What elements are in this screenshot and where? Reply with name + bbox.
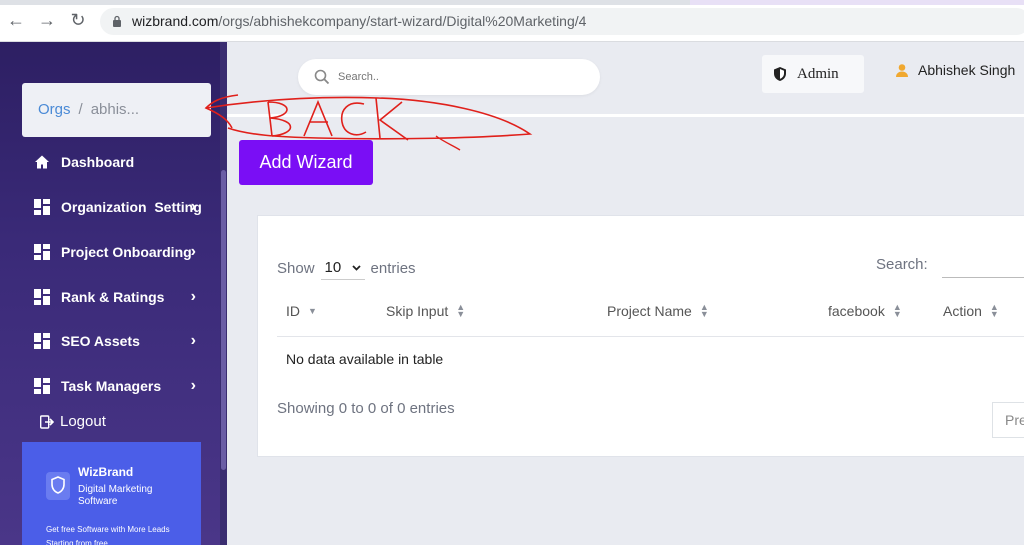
chevron-right-icon: › bbox=[190, 377, 196, 394]
home-icon bbox=[35, 155, 49, 169]
sidebar-item-organization-setting[interactable]: Organization Setting › bbox=[34, 195, 204, 219]
column-header-project-name[interactable]: Project Name ▲ ▼ bbox=[607, 302, 709, 320]
search-input[interactable] bbox=[338, 68, 578, 86]
sort-icon: ▲ ▼ bbox=[989, 302, 999, 319]
tab-strip bbox=[0, 0, 1024, 5]
promo-subtitle: Digital Marketing Software bbox=[78, 484, 153, 507]
grid-icon bbox=[34, 378, 50, 394]
address-bar[interactable]: wizbrand.com/orgs/abhishekcompany/start-… bbox=[100, 8, 1024, 35]
breadcrumb-current: abhis... bbox=[90, 101, 140, 118]
promo-card[interactable]: WizBrand Digital Marketing Software Get … bbox=[22, 442, 201, 545]
sidebar-item-task-managers[interactable]: Task Managers › bbox=[34, 374, 204, 398]
previous-page-button[interactable]: Pre bbox=[992, 402, 1024, 438]
sidebar-item-label: Organization Setting bbox=[61, 199, 202, 215]
browser-toolbar: ← → ↻ wizbrand.com/orgs/abhishekcompany/… bbox=[0, 0, 1024, 42]
user-name: Abhishek Singh bbox=[918, 62, 1016, 78]
column-header-skip-input[interactable]: Skip Input ▲ ▼ bbox=[386, 302, 466, 320]
sidebar-item-label: Project Onboarding bbox=[61, 244, 192, 260]
sidebar-item-rank-ratings[interactable]: Rank & Ratings › bbox=[34, 285, 204, 309]
url-path: /orgs/abhishekcompany/start-wizard/Digit… bbox=[218, 13, 587, 29]
entries-label: entries bbox=[370, 259, 416, 277]
sidebar-item-label: SEO Assets bbox=[61, 333, 140, 349]
sort-desc-icon: ▼ bbox=[308, 305, 317, 316]
column-header-label: facebook bbox=[828, 303, 885, 319]
breadcrumb: Orgs / abhis... bbox=[22, 83, 211, 137]
url-host: wizbrand.com bbox=[132, 13, 219, 29]
chevron-right-icon: › bbox=[190, 243, 196, 260]
grid-icon bbox=[34, 244, 50, 260]
empty-table-message: No data available in table bbox=[286, 351, 444, 367]
table-search-label: Search: bbox=[876, 256, 928, 273]
sidebar-item-dashboard[interactable]: Dashboard bbox=[34, 150, 204, 174]
sidebar-item-label: Task Managers bbox=[61, 378, 162, 394]
promo-brand: WizBrand bbox=[78, 465, 134, 479]
url-text: wizbrand.com/orgs/abhishekcompany/start-… bbox=[132, 13, 586, 29]
column-header-label: Skip Input bbox=[386, 303, 449, 319]
sort-icon: ▲ ▼ bbox=[892, 302, 902, 319]
role-badge-button[interactable]: Admin bbox=[762, 55, 864, 93]
column-header-id[interactable]: ID ▼ bbox=[286, 303, 317, 319]
entries-select-value: 10 bbox=[324, 259, 342, 276]
back-arrow-icon[interactable]: ← bbox=[6, 10, 26, 30]
reload-icon[interactable]: ↻ bbox=[68, 10, 88, 30]
forward-arrow-icon[interactable]: → bbox=[37, 10, 57, 30]
sort-icon: ▲ ▼ bbox=[699, 302, 709, 319]
column-header-action[interactable]: Action ▲ ▼ bbox=[943, 302, 999, 320]
chevron-right-icon: › bbox=[190, 198, 196, 215]
shield-logo-icon bbox=[46, 472, 70, 500]
grid-icon bbox=[34, 199, 50, 215]
search-icon bbox=[314, 69, 330, 85]
global-search[interactable] bbox=[298, 59, 600, 95]
table-length-control: Show 10 entries bbox=[277, 256, 416, 280]
lock-icon bbox=[113, 15, 121, 27]
breadcrumb-separator: / bbox=[78, 101, 83, 118]
promo-tagline: Get free Software with More Leads Starti… bbox=[46, 525, 170, 545]
table-search-input[interactable] bbox=[942, 277, 1024, 278]
grid-icon bbox=[34, 333, 50, 349]
chevron-down-icon bbox=[351, 264, 361, 271]
user-menu[interactable]: Abhishek Singh bbox=[895, 62, 1015, 78]
sidebar-item-label: Dashboard bbox=[61, 154, 135, 170]
sidebar-item-project-onboarding[interactable]: Project Onboarding › bbox=[34, 240, 204, 264]
role-label: Admin bbox=[797, 65, 839, 82]
table-info: Showing 0 to 0 of 0 entries bbox=[277, 400, 455, 417]
column-header-facebook[interactable]: facebook ▲ ▼ bbox=[828, 302, 902, 320]
shield-icon bbox=[774, 67, 786, 81]
logout-label: Logout bbox=[60, 413, 106, 430]
logout-icon bbox=[40, 414, 54, 429]
column-header-label: Project Name bbox=[607, 303, 692, 319]
show-label: Show bbox=[277, 259, 315, 277]
table-header-divider bbox=[277, 336, 1024, 337]
logout-link[interactable]: Logout bbox=[40, 413, 106, 430]
chevron-right-icon: › bbox=[190, 288, 196, 305]
breadcrumb-orgs-link[interactable]: Orgs bbox=[38, 101, 71, 118]
sort-icon: ▲ ▼ bbox=[456, 302, 466, 319]
user-icon bbox=[896, 64, 908, 77]
sidebar-item-label: Rank & Ratings bbox=[61, 289, 165, 305]
sidebar-item-seo-assets[interactable]: SEO Assets › bbox=[34, 329, 204, 353]
column-header-label: Action bbox=[943, 303, 982, 319]
chevron-right-icon: › bbox=[190, 332, 196, 349]
sidebar-scrollbar-thumb[interactable] bbox=[221, 170, 226, 470]
entries-select[interactable]: 10 bbox=[320, 256, 365, 280]
add-wizard-button[interactable]: Add Wizard bbox=[239, 140, 373, 185]
grid-icon bbox=[34, 289, 50, 305]
column-header-label: ID bbox=[286, 303, 300, 319]
active-tab[interactable] bbox=[690, 0, 1024, 5]
